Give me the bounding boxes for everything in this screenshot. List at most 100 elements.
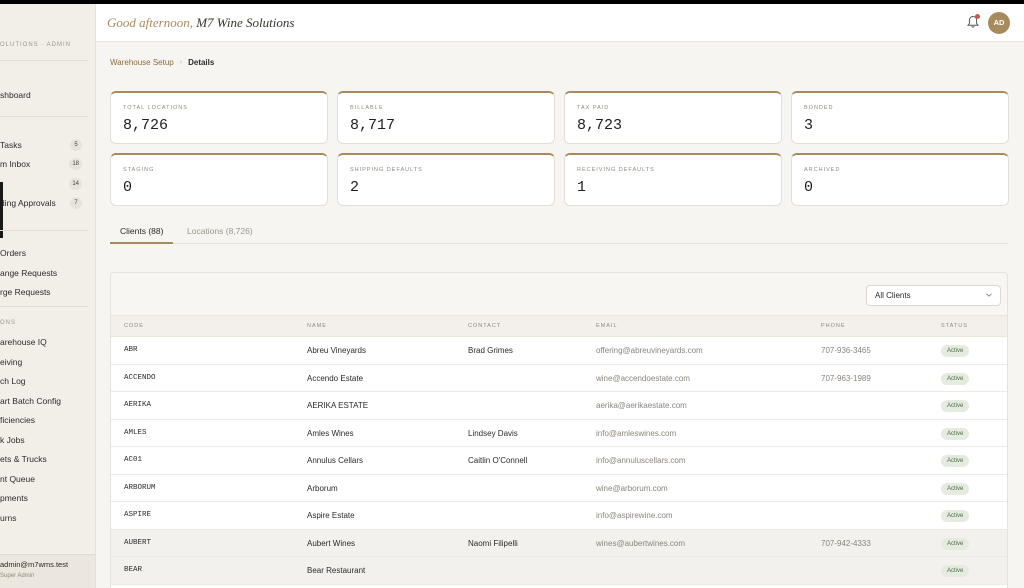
status-badge: Active (941, 482, 970, 495)
sidebar-item-orders[interactable]: Orders (0, 246, 95, 260)
sidebar-item-deficiencies[interactable]: ficiencies (0, 413, 95, 427)
column-header-name[interactable]: NAME (307, 323, 327, 329)
sidebar-item-smart-batch-config[interactable]: art Batch Config (0, 394, 95, 408)
sidebar-item-label: urns (0, 513, 17, 523)
stat-card-bonded: BONDED 3 (791, 91, 1009, 144)
stat-card-tax-paid: TAX PAID 8,723 (564, 91, 782, 144)
column-header-status[interactable]: STATUS (941, 323, 968, 329)
stat-label: STAGING (123, 167, 155, 173)
sidebar-item-batch-log[interactable]: ch Log (0, 374, 95, 388)
top-header: Good afternoon, M7 Wine Solutions AD (96, 4, 1024, 42)
sidebar-item-jobs[interactable]: k Jobs (0, 433, 95, 447)
cell-phone: 707-936-3465 (821, 346, 871, 355)
status-badge: Active (941, 345, 970, 357)
cell-code: ASPIRE (124, 511, 152, 519)
sidebar-item-dashboard[interactable]: shboard (0, 88, 95, 102)
sidebar-item-queue[interactable]: nt Queue (0, 472, 95, 486)
column-header-code[interactable]: CODE (124, 323, 144, 329)
cell-name: AERIKA ESTATE (307, 401, 369, 410)
status-badge: Active (941, 565, 970, 577)
sidebar-item-unlabeled[interactable]: 14 (0, 177, 95, 191)
table-row[interactable]: ABR Abreu Vineyards Brad Grimes offering… (111, 337, 1007, 365)
tab-locations[interactable]: Locations (8,726) (187, 226, 253, 244)
cell-code: AC01 (124, 456, 143, 464)
sidebar-divider (0, 306, 88, 307)
table-row[interactable]: AUBERT Aubert Wines Naomi Filipelli wine… (111, 529, 1007, 557)
table-row[interactable]: AC01 Annulus Cellars Caitlin O'Connell i… (111, 447, 1007, 475)
column-header-contact[interactable]: CONTACT (468, 323, 501, 329)
sidebar-item-fleets-trucks[interactable]: ets & Trucks (0, 452, 95, 466)
sidebar-item-label: art Batch Config (0, 396, 61, 406)
status-badge: Active (941, 510, 970, 522)
sidebar-item-label: ets & Trucks (0, 454, 47, 464)
cell-email: info@annuluscellars.com (596, 456, 686, 465)
table-row[interactable]: AERIKA AERIKA ESTATE aerika@aerikaestate… (111, 392, 1007, 420)
app-window: OLUTIONS · ADMIN shboard Tasks 5 m Inbox… (0, 4, 1024, 588)
stat-value: 1 (577, 179, 587, 196)
table-row[interactable]: AMLES Amles Wines Lindsey Davis info@aml… (111, 419, 1007, 447)
status-badge: Active (941, 537, 970, 550)
sidebar-item-label: ding Approvals (0, 198, 56, 208)
cell-code: ARBORUM (124, 483, 156, 492)
greeting-prefix: Good afternoon, (107, 15, 193, 30)
sidebar-divider (0, 60, 88, 61)
sidebar-item-receiving[interactable]: eiving (0, 355, 95, 369)
sidebar-item-label: m Inbox (0, 159, 31, 169)
column-header-phone[interactable]: PHONE (821, 323, 846, 329)
cell-name: Abreu Vineyards (307, 346, 366, 355)
table-row[interactable]: ACCENDO Accendo Estate wine@accendoestat… (111, 364, 1007, 392)
cell-name: Aspire Estate (307, 511, 355, 520)
cell-name: Amles Wines (307, 428, 354, 438)
cell-email: wine@arborum.com (596, 483, 668, 493)
cell-name: Accendo Estate (307, 373, 364, 383)
user-profile[interactable]: admin@m7wms.test Super Admin (0, 554, 95, 588)
stat-card-total-locations: TOTAL LOCATIONS 8,726 (110, 91, 328, 144)
cell-email: offering@abreuvineyards.com (596, 346, 703, 355)
sidebar-item-warehouse-iq[interactable]: arehouse IQ (0, 335, 95, 349)
table-row[interactable]: ARBORUM Arborum wine@arborum.com Active (111, 474, 1007, 502)
column-header-email[interactable]: EMAIL (596, 323, 618, 329)
greeting: Good afternoon, M7 Wine Solutions (107, 15, 294, 31)
sidebar-item-shipments[interactable]: pments (0, 491, 95, 505)
sidebar-item-label: eiving (0, 357, 23, 367)
sidebar-item-tasks[interactable]: Tasks 5 (0, 138, 95, 152)
stat-value: 0 (804, 179, 814, 196)
cell-code: AERIKA (124, 401, 152, 409)
sidebar-item-label: Orders (0, 248, 26, 258)
cell-email: info@amleswines.com (596, 428, 677, 438)
cell-email: info@aspirewine.com (596, 511, 673, 520)
client-filter-select[interactable]: All Clients (866, 285, 1001, 306)
stat-label: BONDED (804, 105, 834, 111)
sidebar-divider (0, 230, 88, 231)
count-badge: 5 (70, 139, 82, 151)
sidebar-item-change-requests[interactable]: ange Requests (0, 266, 95, 280)
stat-label: ARCHIVED (804, 167, 841, 173)
sidebar-item-label: pments (0, 493, 28, 503)
status-badge: Active (941, 400, 970, 412)
cell-contact: Caitlin O'Connell (468, 456, 528, 465)
sidebar-item-label: arehouse IQ (0, 337, 47, 347)
sidebar-item-label: nt Queue (0, 474, 35, 484)
sidebar-item-pending-approvals[interactable]: ding Approvals 7 (0, 196, 95, 210)
cell-code: BEAR (124, 566, 143, 574)
sidebar-item-charge-requests[interactable]: rge Requests (0, 285, 95, 299)
notification-dot (975, 14, 980, 19)
cell-name: Aubert Wines (307, 538, 356, 548)
sidebar-item-inbox[interactable]: m Inbox 18 (0, 157, 95, 171)
cell-email: wine@accendoestate.com (596, 373, 690, 383)
user-email: admin@m7wms.test (0, 560, 69, 569)
count-badge: 14 (69, 178, 82, 190)
table-row[interactable]: ASPIRE Aspire Estate info@aspirewine.com… (111, 502, 1007, 530)
cell-contact: Brad Grimes (468, 346, 513, 355)
sidebar-brand: OLUTIONS · ADMIN (0, 42, 72, 48)
tab-clients[interactable]: Clients (88) (110, 226, 174, 244)
breadcrumb-current: Details (188, 58, 215, 67)
breadcrumb-link[interactable]: Warehouse Setup (110, 58, 174, 67)
chevron-down-icon (986, 293, 992, 297)
avatar[interactable]: AD (988, 12, 1010, 34)
sidebar-item-returns[interactable]: urns (0, 511, 95, 525)
table-row[interactable]: BEAR Bear Restaurant Active (111, 557, 1007, 585)
cell-name: Annulus Cellars (307, 456, 364, 465)
greeting-name: M7 Wine Solutions (196, 15, 295, 30)
sidebar: OLUTIONS · ADMIN shboard Tasks 5 m Inbox… (0, 4, 96, 588)
